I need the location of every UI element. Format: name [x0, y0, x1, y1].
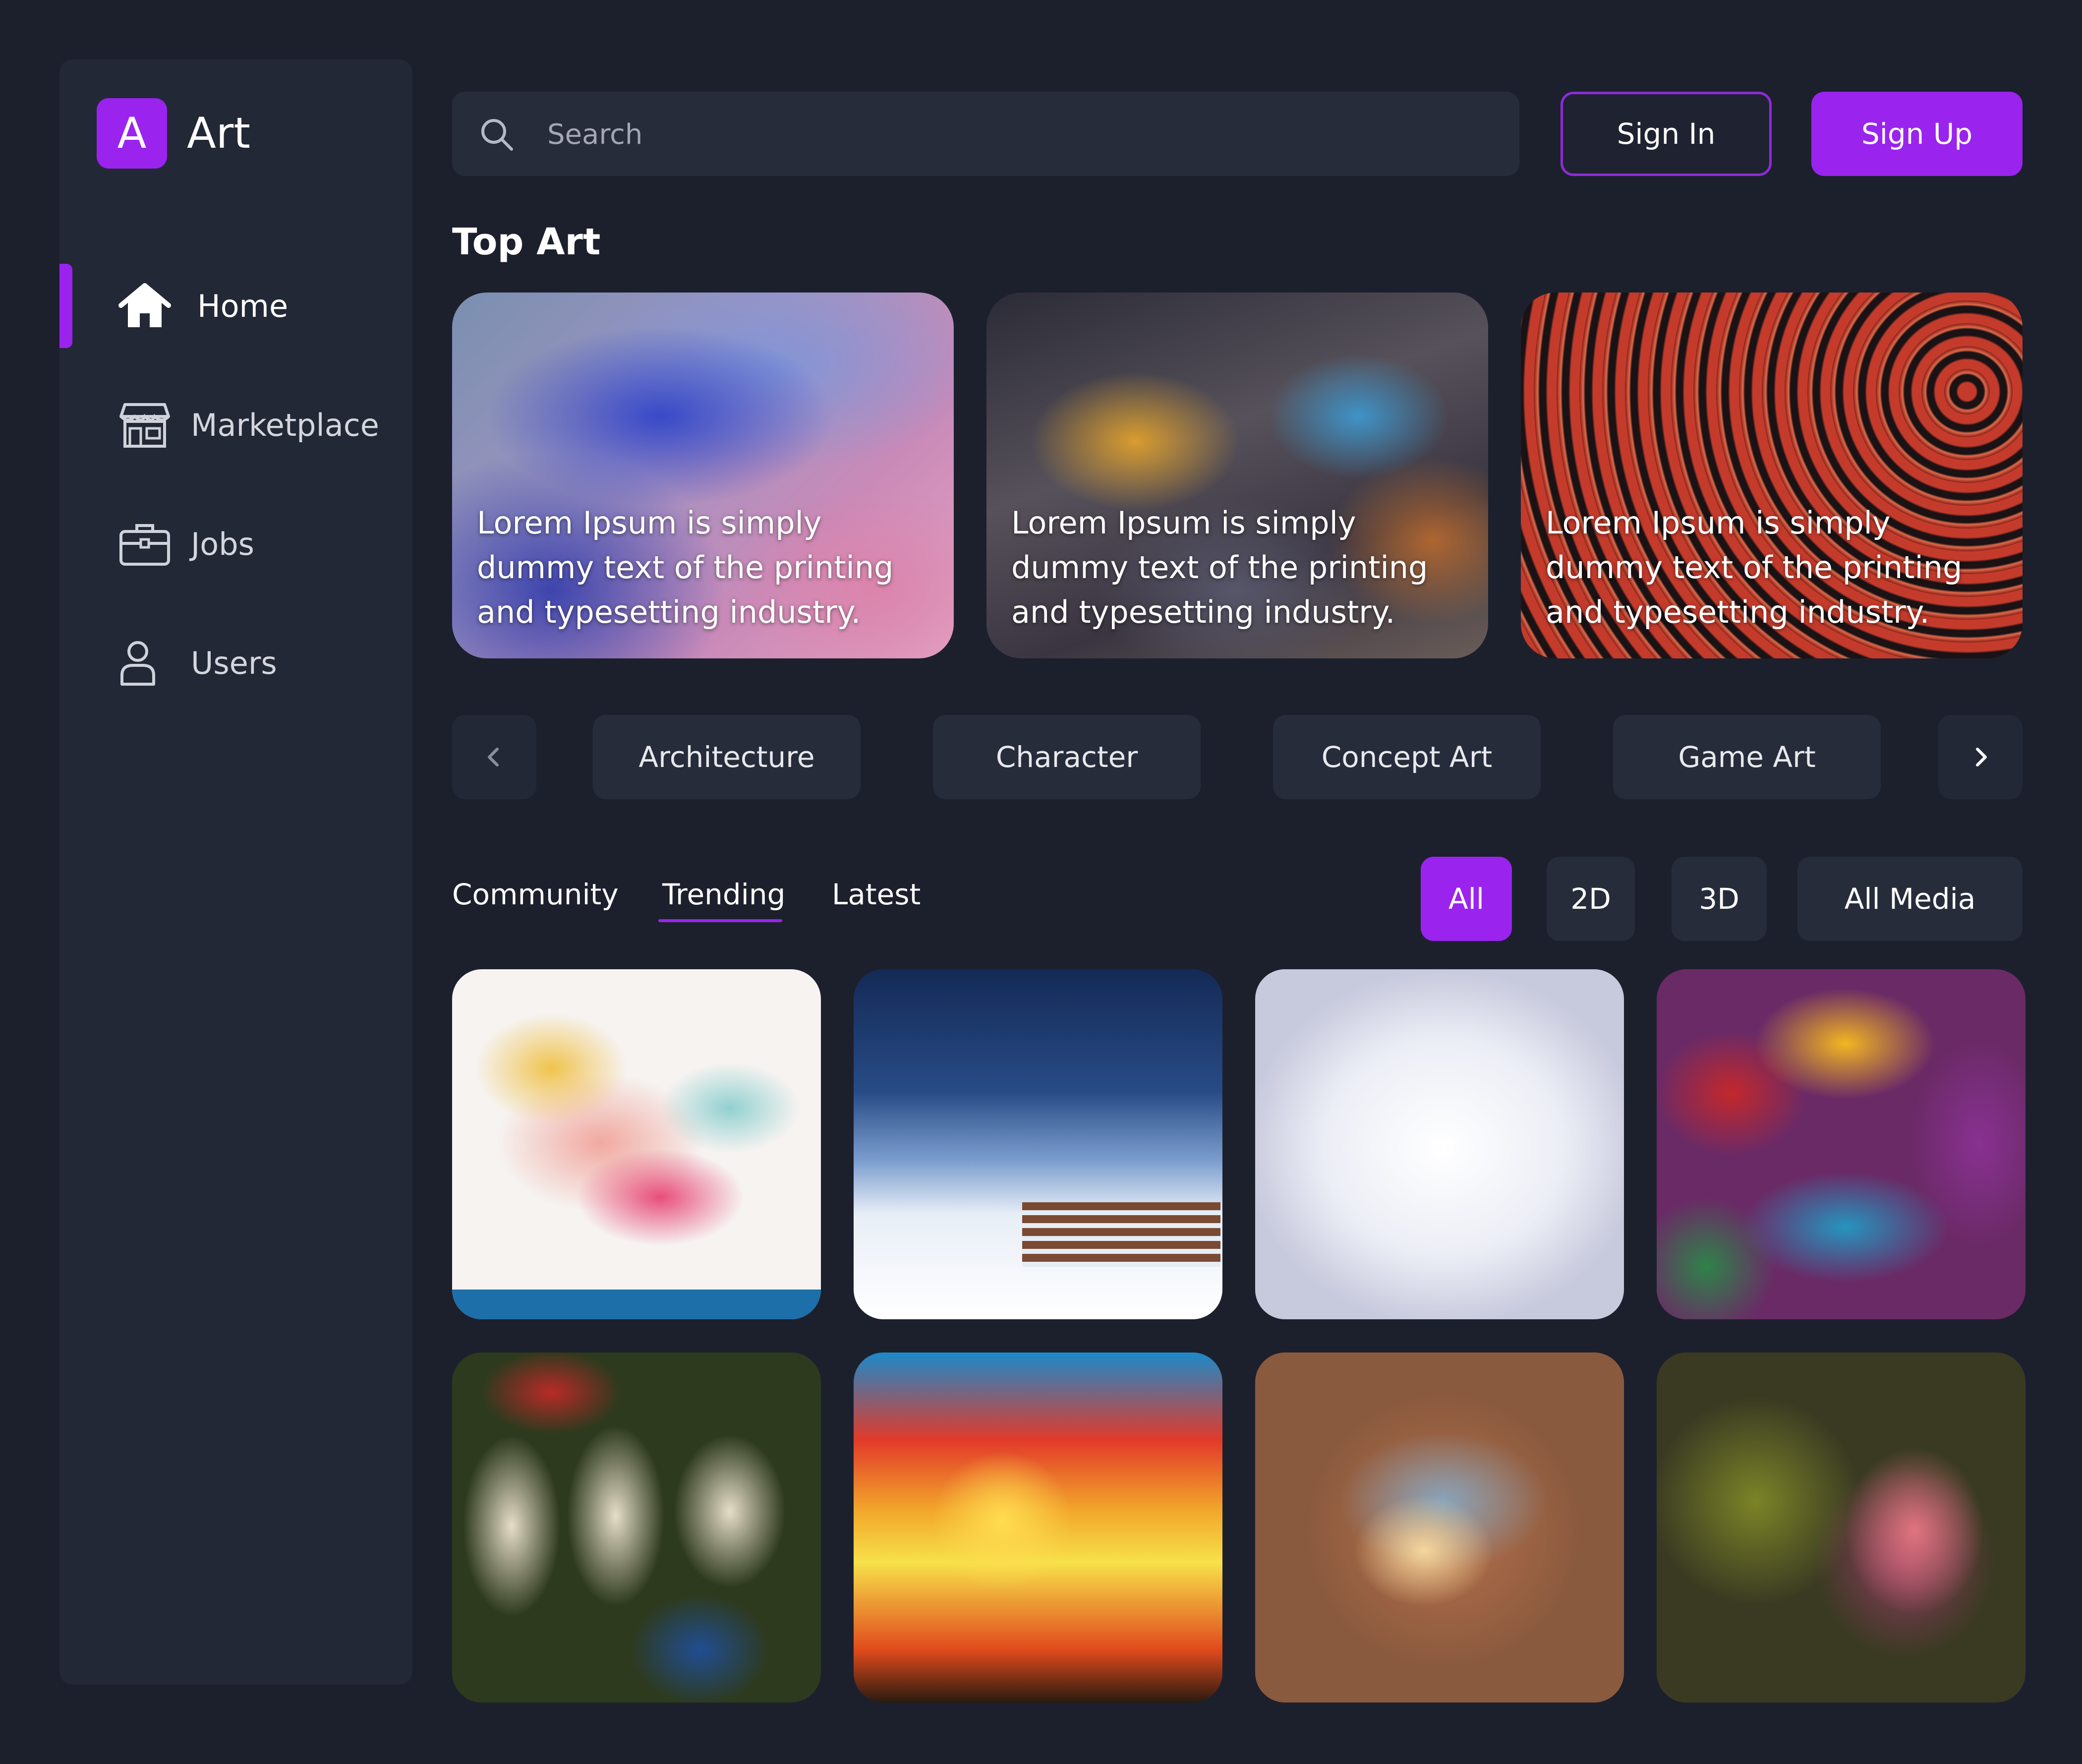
filter-all-media[interactable]: All Media — [1797, 857, 2023, 941]
gallery-tile[interactable] — [1255, 1352, 1624, 1703]
sidebar-item-users[interactable]: Users — [59, 621, 412, 705]
top-art-card[interactable]: Lorem Ipsum is simply dummy text of the … — [452, 293, 954, 658]
search-bar[interactable] — [452, 92, 1519, 177]
bench-shape — [1022, 1202, 1220, 1267]
art-card-caption: Lorem Ipsum is simply dummy text of the … — [477, 505, 894, 630]
gallery-tile[interactable] — [1657, 969, 2025, 1319]
tab-trending[interactable]: Trending — [662, 878, 785, 911]
gallery-tile[interactable] — [452, 1352, 821, 1703]
gallery-tile[interactable] — [1255, 969, 1624, 1319]
tab-community[interactable]: Community — [452, 878, 619, 911]
briefcase-icon — [119, 524, 170, 566]
user-icon — [120, 641, 155, 686]
active-tab-underline — [658, 919, 782, 922]
sidebar-item-label: Users — [191, 645, 277, 681]
section-title-top-art: Top Art — [452, 221, 601, 263]
art-card-caption: Lorem Ipsum is simply dummy text of the … — [1546, 505, 1963, 630]
sidebar-item-jobs[interactable]: Jobs — [59, 502, 412, 586]
sidebar-item-label: Home — [197, 288, 289, 324]
filter-2d[interactable]: 2D — [1547, 857, 1635, 941]
brand-name: Art — [187, 109, 250, 158]
gallery-tile[interactable] — [452, 969, 821, 1319]
chevron-left-icon — [488, 748, 499, 766]
filter-3d[interactable]: 3D — [1672, 857, 1767, 941]
category-pill[interactable]: Architecture — [593, 715, 861, 799]
category-pill[interactable]: Game Art — [1613, 715, 1881, 799]
brand-logo[interactable]: A Art — [97, 98, 250, 169]
chevron-right-icon — [1976, 748, 1987, 766]
top-art-card[interactable]: Lorem Ipsum is simply dummy text of the … — [1521, 293, 2023, 658]
tab-latest[interactable]: Latest — [832, 878, 921, 911]
active-indicator — [59, 264, 72, 348]
sidebar-item-label: Jobs — [191, 526, 254, 562]
sign-in-button[interactable]: Sign In — [1561, 92, 1772, 176]
gallery-tile[interactable] — [854, 1352, 1222, 1703]
home-icon — [118, 283, 171, 327]
category-prev-button[interactable] — [452, 715, 536, 799]
store-icon — [119, 403, 170, 448]
category-pill[interactable]: Character — [933, 715, 1201, 799]
sidebar: A Art Home Marketplace Jobs Users — [59, 59, 412, 1685]
sidebar-item-home[interactable]: Home — [59, 264, 412, 348]
sidebar-item-label: Marketplace — [191, 407, 379, 443]
top-art-card[interactable]: Lorem Ipsum is simply dummy text of the … — [986, 293, 1488, 658]
image-watermark-bar — [452, 1290, 821, 1319]
art-card-caption: Lorem Ipsum is simply dummy text of the … — [1011, 505, 1428, 630]
category-pill[interactable]: Concept Art — [1273, 715, 1541, 799]
category-next-button[interactable] — [1938, 715, 2023, 799]
gallery-tile[interactable] — [854, 969, 1222, 1319]
logo-mark: A — [97, 98, 167, 169]
filter-all[interactable]: All — [1421, 857, 1512, 941]
sign-up-button[interactable]: Sign Up — [1811, 92, 2023, 176]
search-icon — [481, 119, 513, 151]
sidebar-item-marketplace[interactable]: Marketplace — [59, 383, 412, 467]
search-input[interactable] — [546, 92, 1490, 177]
gallery-tile[interactable] — [1657, 1352, 2025, 1703]
